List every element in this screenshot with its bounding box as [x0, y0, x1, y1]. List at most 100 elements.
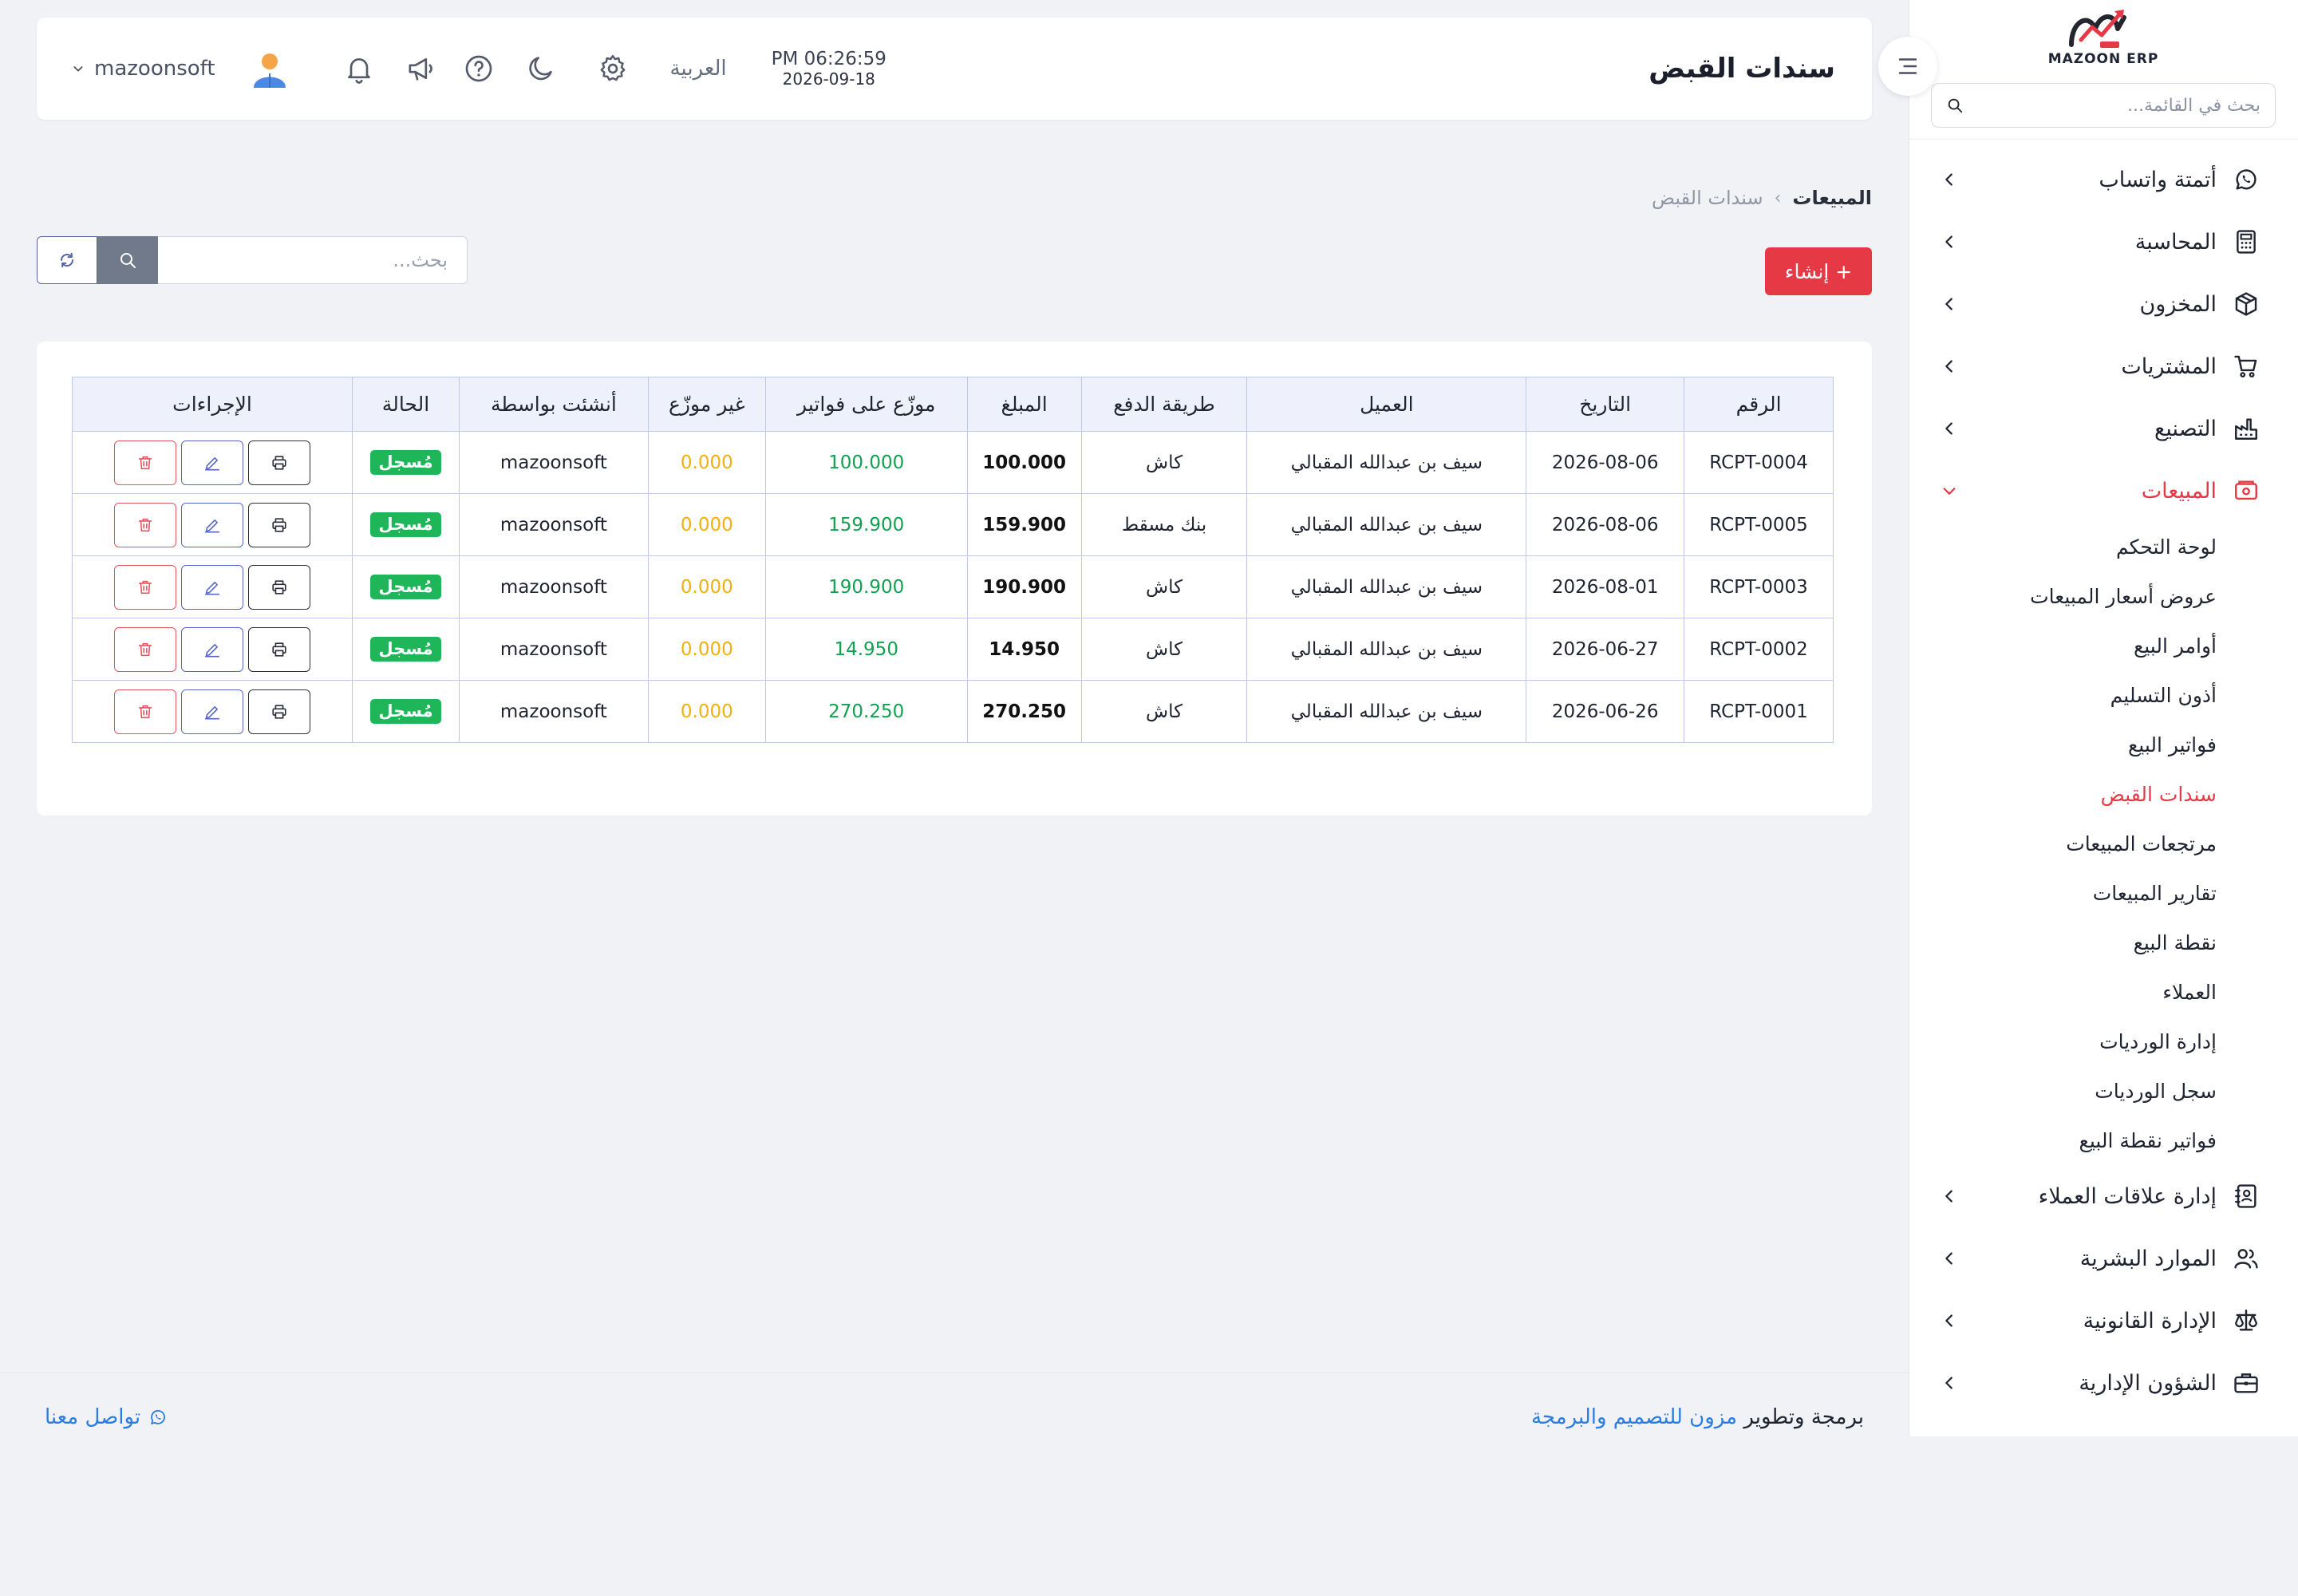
table-row[interactable]: RCPT-0004 2026-08-06 سيف بن عبدالله المق… — [72, 431, 1834, 494]
trash-icon — [138, 580, 152, 594]
breadcrumb-root[interactable]: المبيعات — [1792, 187, 1872, 209]
column-header-date[interactable]: التاريخ — [1526, 377, 1685, 432]
table-row[interactable]: RCPT-0003 2026-08-01 سيف بن عبدالله المق… — [72, 555, 1834, 618]
column-header-allocated[interactable]: موزّع على فواتير — [764, 377, 968, 432]
megaphone-icon[interactable] — [405, 53, 437, 85]
cell-amount: 159.900 — [966, 493, 1082, 556]
cell-customer: سيف بن عبدالله المقبالي — [1246, 431, 1527, 494]
edit-button[interactable] — [181, 564, 243, 610]
sidebar-item-manufacturing[interactable]: التصنيع — [1909, 397, 2298, 460]
users-icon — [2234, 1249, 2258, 1269]
column-header-amount[interactable]: المبلغ — [966, 377, 1082, 432]
sidebar-item-sales[interactable]: المبيعات — [1909, 460, 2298, 522]
pencil-icon — [204, 456, 220, 470]
sidebar-subitem-quotations[interactable]: عروض أسعار المبيعات — [1909, 571, 2298, 621]
sidebar-subitem-sales-invoices[interactable]: فواتير البيع — [1909, 720, 2298, 769]
sidebar-subitem-sales-returns[interactable]: مرتجعات المبيعات — [1909, 819, 2298, 868]
trash-icon — [138, 518, 152, 531]
print-button[interactable] — [248, 502, 310, 547]
sidebar-toggle-button[interactable] — [1878, 37, 1937, 96]
sidebar-item-crm[interactable]: إدارة علاقات العملاء — [1909, 1165, 2298, 1227]
sidebar-item-inventory[interactable]: المخزون — [1909, 273, 2298, 335]
table-row[interactable]: RCPT-0001 2026-06-26 سيف بن عبدالله المق… — [72, 680, 1834, 743]
sidebar-item-legal[interactable]: الإدارة القانونية — [1909, 1290, 2298, 1352]
app-logo[interactable]: MAZOON ERP — [1909, 0, 2298, 72]
sidebar-subitem-pos-invoices[interactable]: فواتير نقطة البيع — [1909, 1116, 2298, 1165]
search-icon — [1948, 98, 1963, 113]
print-button[interactable] — [248, 626, 310, 672]
cell-amount: 100.000 — [966, 431, 1082, 494]
sidebar-subitem-sales-orders[interactable]: أوامر البيع — [1909, 621, 2298, 670]
sidebar-item-whatsapp[interactable]: أتمتة واتساب — [1909, 148, 2298, 211]
moon-icon[interactable] — [525, 53, 557, 85]
print-button[interactable] — [248, 564, 310, 610]
chevron-down-icon — [73, 66, 83, 72]
cell-payment-method: كاش — [1080, 431, 1248, 494]
delete-button[interactable] — [114, 440, 176, 485]
sidebar-item-label: الإدارة القانونية — [2083, 1308, 2217, 1333]
table-row[interactable]: RCPT-0005 2026-08-06 سيف بن عبدالله المق… — [72, 493, 1834, 556]
sidebar-subitem-pos[interactable]: نقطة البيع — [1909, 918, 2298, 967]
cell-customer: سيف بن عبدالله المقبالي — [1246, 680, 1527, 743]
chevron-left-icon — [1945, 422, 1953, 435]
sidebar-item-label: الشؤون الإدارية — [2079, 1370, 2217, 1396]
sidebar-item-admin-affairs[interactable]: الشؤون الإدارية — [1909, 1352, 2298, 1414]
table-row[interactable]: RCPT-0002 2026-06-27 سيف بن عبدالله المق… — [72, 618, 1834, 681]
logo-mark-icon — [2069, 10, 2126, 48]
sidebar-subitem-customers[interactable]: العملاء — [1909, 967, 2298, 1017]
status-badge: مُسجل — [370, 698, 441, 725]
delete-button[interactable] — [114, 626, 176, 672]
sales-icon — [2235, 480, 2257, 500]
sidebar-subitem-shift-management[interactable]: إدارة الورديات — [1909, 1017, 2298, 1066]
pencil-icon — [204, 705, 220, 719]
print-button[interactable] — [248, 440, 310, 485]
gear-icon[interactable] — [597, 53, 629, 85]
trash-icon — [138, 705, 152, 718]
sidebar-item-hr[interactable]: الموارد البشرية — [1909, 1227, 2298, 1290]
column-header-unallocated[interactable]: غير موزّع — [647, 377, 766, 432]
avatar[interactable] — [251, 49, 289, 88]
sidebar-item-accounting[interactable]: المحاسبة — [1909, 211, 2298, 273]
delete-button[interactable] — [114, 689, 176, 734]
breadcrumb-separator: › — [1774, 188, 1782, 208]
cell-payment-method: كاش — [1080, 555, 1248, 618]
sidebar-search-input[interactable] — [1975, 95, 2260, 116]
header-toolbar: mazoonsoft العربية PM 06:26:59 2026-09-1… — [72, 18, 886, 120]
cell-number: RCPT-0003 — [1684, 555, 1834, 618]
print-button[interactable] — [248, 689, 310, 734]
column-header-status[interactable]: الحالة — [352, 377, 460, 432]
help-icon[interactable] — [463, 53, 495, 85]
cell-unallocated: 0.000 — [647, 431, 766, 494]
edit-button[interactable] — [181, 440, 243, 485]
sidebar-subitem-dashboard[interactable]: لوحة التحكم — [1909, 522, 2298, 571]
column-header-number[interactable]: الرقم — [1684, 377, 1834, 432]
chevron-left-icon — [1945, 1252, 1953, 1265]
create-button[interactable]: + إنشاء — [1765, 247, 1872, 295]
credit-brand-link[interactable]: مزون للتصميم والبرمجة — [1531, 1405, 1737, 1429]
contact-link[interactable]: تواصل معنا — [45, 1405, 168, 1429]
edit-button[interactable] — [181, 502, 243, 547]
delete-button[interactable] — [114, 502, 176, 547]
column-header-payment-method[interactable]: طريقة الدفع — [1080, 377, 1248, 432]
search-button[interactable] — [97, 236, 158, 284]
cell-allocated: 100.000 — [764, 431, 968, 494]
bell-icon[interactable] — [343, 53, 375, 85]
language-switch[interactable]: العربية — [670, 57, 727, 81]
user-menu[interactable]: mazoonsoft — [72, 57, 215, 81]
chevron-left-icon — [1945, 1377, 1953, 1389]
column-header-customer[interactable]: العميل — [1246, 377, 1527, 432]
sidebar-subitem-receipts[interactable]: سندات القبض — [1909, 769, 2298, 819]
sidebar-item-purchases[interactable]: المشتريات — [1909, 335, 2298, 397]
sidebar-subitem-sales-reports[interactable]: تقارير المبيعات — [1909, 868, 2298, 918]
cell-customer: سيف بن عبدالله المقبالي — [1246, 493, 1527, 556]
delete-button[interactable] — [114, 564, 176, 610]
sidebar-subitem-shift-log[interactable]: سجل الورديات — [1909, 1066, 2298, 1116]
page-title: سندات القبض — [1648, 53, 1835, 85]
edit-button[interactable] — [181, 689, 243, 734]
sidebar-subitem-delivery-notes[interactable]: أذون التسليم — [1909, 670, 2298, 720]
column-header-created-by[interactable]: أنشئت بواسطة — [458, 377, 649, 432]
refresh-button[interactable] — [37, 236, 97, 284]
edit-button[interactable] — [181, 626, 243, 672]
list-search-input[interactable] — [158, 236, 468, 284]
printer-icon — [272, 642, 286, 657]
